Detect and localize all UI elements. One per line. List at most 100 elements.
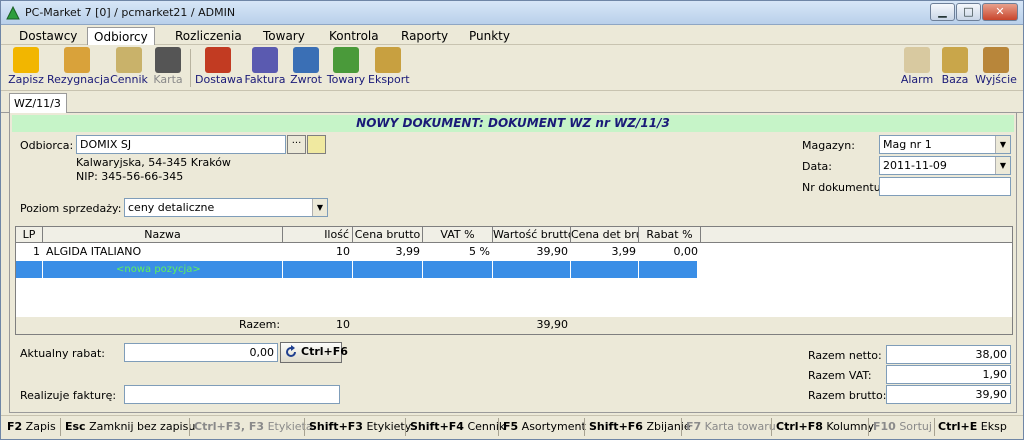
invoice-button[interactable]: Faktura (244, 47, 286, 89)
customer-search-icon[interactable] (307, 135, 326, 154)
new-row-cell (571, 261, 639, 278)
shortcut-f7[interactable]: F7 Karta towaru (686, 420, 776, 433)
cancel-button[interactable]: Rezygnacja (47, 47, 110, 89)
shortcut-shift-f3[interactable]: Shift+F3 Etykiety (309, 420, 411, 433)
delivery-label: Dostawa (195, 73, 243, 86)
menu-raporty[interactable]: Raporty (395, 27, 454, 45)
shortcut-esc[interactable]: Esc Zamknij bez zapisu (65, 420, 195, 433)
cell-nazwa[interactable]: ALGIDA ITALIANO (43, 244, 283, 260)
database-icon (942, 47, 968, 73)
shortcut-key: F7 (686, 420, 702, 433)
magazyn-select[interactable]: Mag nr 1 ▼ (879, 135, 1011, 154)
save-button[interactable]: Zapisz (7, 47, 45, 89)
shortcut-ctrl-f3[interactable]: Ctrl+F3, F3 Etykieta (194, 420, 313, 433)
odbiorca-field[interactable]: DOMIX SJ (76, 135, 286, 154)
document-tabs: WZ/11/3 (1, 91, 1023, 114)
col-rabat[interactable]: Rabat % (639, 227, 701, 243)
price-list-icon (116, 47, 142, 73)
goods-icon (333, 47, 359, 73)
col-ilosc[interactable]: Ilość (283, 227, 353, 243)
nr-dokumentu-field[interactable] (879, 177, 1011, 196)
price-list-label: Cennik (110, 73, 148, 86)
shortcut-key: Ctrl+F8 (776, 420, 823, 433)
odbiorca-browse-button[interactable]: ··· (287, 135, 306, 154)
window-title: PC-Market 7 [0] / pcmarket21 / ADMIN (25, 6, 236, 19)
shortcut-shift-f4[interactable]: Shift+F4 Cennik (410, 420, 505, 433)
ctrl-f6-button[interactable]: Ctrl+F6 (280, 342, 348, 363)
delivery-button[interactable]: Dostawa (195, 47, 243, 89)
export-icon (375, 47, 401, 73)
alarm-button[interactable]: Alarm (899, 47, 935, 89)
shortcut-label: Zamknij bez zapisu (89, 420, 196, 433)
card-button[interactable]: Karta (151, 47, 185, 89)
database-button[interactable]: Baza (939, 47, 971, 89)
document-title: NOWY DOKUMENT: DOKUMENT WZ nr WZ/11/3 (12, 115, 1014, 132)
col-vat[interactable]: VAT % (423, 227, 493, 243)
cell-lp[interactable]: 1 (16, 244, 43, 260)
shortcut-f2[interactable]: F2 Zapis (7, 420, 56, 433)
cell-ilosc[interactable]: 10 (283, 244, 353, 260)
shortcut-label: Cennik (467, 420, 506, 433)
faktura-field[interactable] (124, 385, 340, 404)
menu-dostawcy[interactable]: Dostawcy (13, 27, 83, 45)
refresh-icon (286, 345, 296, 357)
menu-odbiorcy[interactable]: Odbiorcy (87, 27, 155, 45)
cancel-label: Rezygnacja (47, 73, 110, 86)
new-item-row[interactable]: <nowa pozycja> (16, 261, 697, 278)
price-list-button[interactable]: Cennik (109, 47, 149, 89)
menu-rozliczenia[interactable]: Rozliczenia (169, 27, 248, 45)
shortcut-shift-f6[interactable]: Shift+F6 Zbijanie (589, 420, 691, 433)
new-row-cell (283, 261, 353, 278)
shortcut-key: Shift+F4 (410, 420, 464, 433)
alarm-label: Alarm (900, 73, 934, 86)
toolbar: Zapisz Rezygnacja Cennik Karta Dostawa F… (1, 45, 1023, 91)
menu-kontrola[interactable]: Kontrola (323, 27, 385, 45)
items-table[interactable]: LP Nazwa Ilość Cena brutto VAT % Wartość… (15, 226, 1013, 335)
brutto-value: 39,90 (886, 385, 1011, 404)
return-button[interactable]: Zwrot (288, 47, 324, 89)
shortcut-key: F10 (873, 420, 896, 433)
shortcut-key: F2 (7, 420, 23, 433)
cell-rabat[interactable]: 0,00 (639, 244, 701, 260)
return-icon (293, 47, 319, 73)
toolbar-separator (190, 49, 191, 87)
shortcut-bar: F2 Zapis Esc Zamknij bez zapisu Ctrl+F3,… (1, 415, 1023, 439)
poziom-select[interactable]: ceny detaliczne ▼ (124, 198, 328, 217)
rabat-field[interactable]: 0,00 (124, 343, 278, 362)
shortcut-separator (498, 418, 499, 436)
shortcut-f10[interactable]: F10 Sortuj (873, 420, 932, 433)
col-wartosc-brutto[interactable]: Wartość brutto (493, 227, 571, 243)
cell-wartosc-brutto[interactable]: 39,90 (493, 244, 571, 260)
col-nazwa[interactable]: Nazwa (43, 227, 283, 243)
cell-cena-det[interactable]: 3,99 (571, 244, 639, 260)
brutto-label: Razem brutto: (808, 389, 887, 402)
cell-cena-brutto[interactable]: 3,99 (353, 244, 423, 260)
col-cena-brutto[interactable]: Cena brutto (353, 227, 423, 243)
shortcut-ctrl-e[interactable]: Ctrl+E Eksp (938, 420, 1007, 433)
menu-punkty[interactable]: Punkty (463, 27, 516, 45)
magazyn-label: Magazyn: (802, 139, 855, 152)
col-cena-det-brut[interactable]: Cena det brut (571, 227, 639, 243)
netto-label: Razem netto: (808, 349, 882, 362)
maximize-button[interactable]: □ (956, 3, 981, 21)
menu-towary[interactable]: Towary (257, 27, 311, 45)
cell-vat[interactable]: 5 % (423, 244, 493, 260)
shortcut-ctrl-f8[interactable]: Ctrl+F8 Kolumny (776, 420, 874, 433)
new-row-cell (493, 261, 571, 278)
export-button[interactable]: Eksport (368, 47, 410, 89)
poziom-label: Poziom sprzedaży: (20, 202, 122, 215)
data-select[interactable]: 2011-11-09 ▼ (879, 156, 1011, 175)
shortcut-f5[interactable]: F5 Asortyment (503, 420, 586, 433)
shortcut-label: Karta towaru (704, 420, 776, 433)
shortcut-separator (60, 418, 61, 436)
export-label: Eksport (368, 73, 410, 86)
tab-wz-11-3[interactable]: WZ/11/3 (9, 93, 67, 114)
col-lp[interactable]: LP (16, 227, 43, 243)
shortcut-separator (584, 418, 585, 436)
shortcut-separator (771, 418, 772, 436)
close-button[interactable]: ✕ (982, 3, 1018, 21)
goods-button[interactable]: Towary (326, 47, 366, 89)
shortcut-key: Ctrl+F3, F3 (194, 420, 265, 433)
exit-button[interactable]: Wyjście (975, 47, 1017, 89)
minimize-button[interactable]: ▁ (930, 3, 955, 21)
